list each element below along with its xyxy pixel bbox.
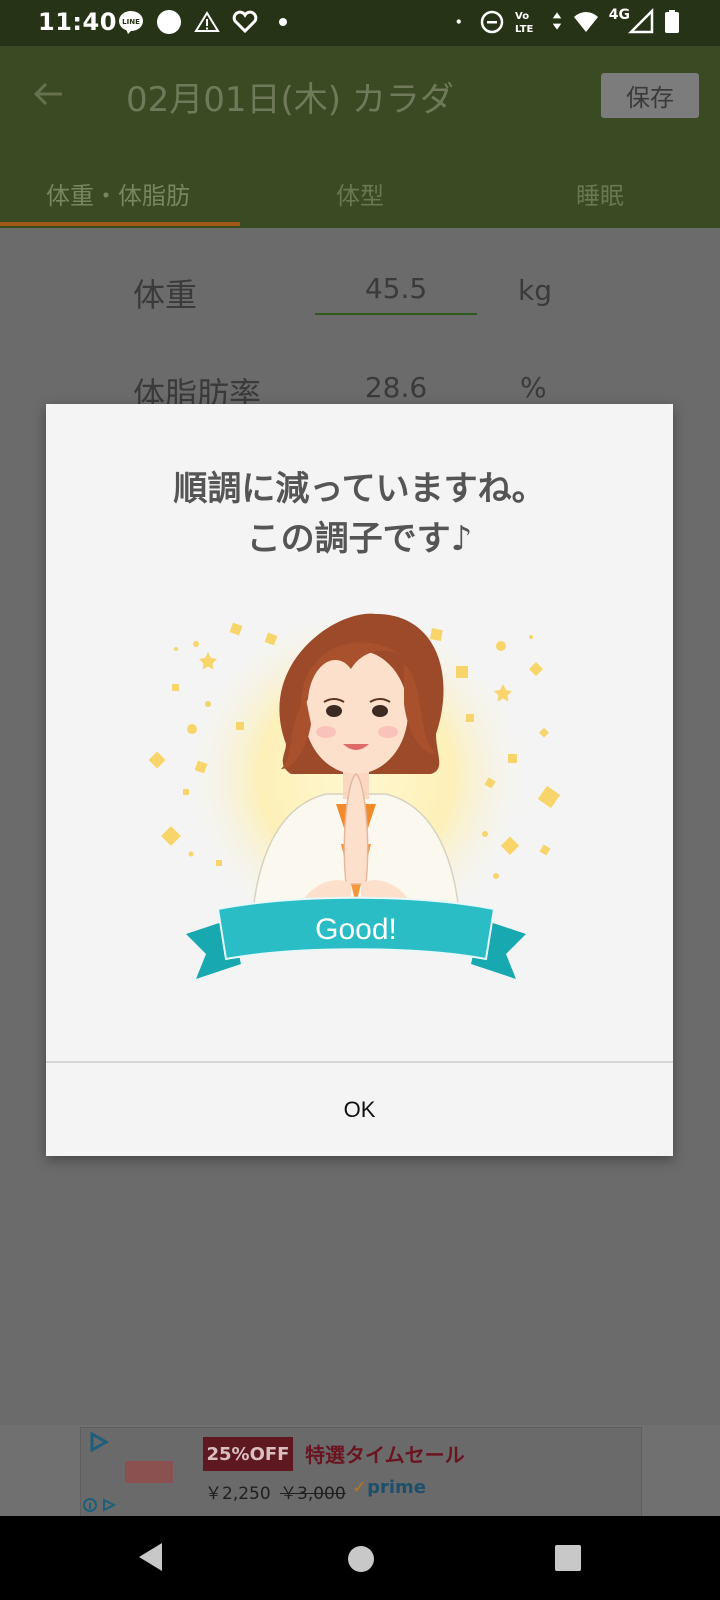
- status-bar: 11:40 LINE Vo LTE 4G: [0, 0, 720, 46]
- do-not-disturb-icon: [480, 10, 504, 34]
- tab-weight-fat[interactable]: 体重・体脂肪: [46, 176, 190, 211]
- dialog-message-line1: 順調に減っていますね。: [173, 469, 546, 509]
- circle-notification-icon: [157, 10, 181, 34]
- dialog-message: 順調に減っていますね。 この調子です♪: [46, 464, 673, 564]
- dialog-message-line2: この調子です♪: [246, 519, 473, 559]
- ad-prime-label: ✓prime: [352, 1477, 426, 1498]
- tab-body-shape[interactable]: 体型: [336, 176, 384, 211]
- svg-text:LTE: LTE: [515, 24, 534, 35]
- weight-input-underline: [315, 313, 477, 315]
- ad-discount-badge: 25%OFF: [203, 1437, 293, 1471]
- heart-app-icon: [232, 10, 258, 34]
- nav-back-icon[interactable]: [136, 1540, 166, 1574]
- ad-prime-text: prime: [367, 1477, 426, 1498]
- tab-indicator: [0, 222, 240, 226]
- ad-choices-icon[interactable]: [88, 1431, 110, 1453]
- coach-illustration: Good!: [148, 613, 561, 979]
- svg-text:Vo: Vo: [515, 11, 529, 22]
- tab-bar: 体重・体脂肪 体型 睡眠: [0, 146, 720, 228]
- good-badge-text: Good!: [315, 913, 397, 946]
- data-arrows-icon: [552, 12, 562, 30]
- dot-icon: [456, 19, 461, 24]
- fat-unit: %: [520, 371, 547, 404]
- tab-sleep[interactable]: 睡眠: [576, 176, 624, 211]
- volte-icon: Vo LTE: [515, 11, 534, 35]
- back-arrow-icon[interactable]: [30, 76, 66, 112]
- save-button[interactable]: 保存: [601, 73, 699, 118]
- nav-recents-icon[interactable]: [555, 1545, 581, 1571]
- ad-info-icon[interactable]: [82, 1497, 122, 1513]
- navigation-bar: [0, 1516, 720, 1600]
- nav-home-icon[interactable]: [348, 1546, 374, 1572]
- svg-text:LINE: LINE: [122, 18, 140, 26]
- network-type: 4G: [608, 7, 630, 23]
- notification-icons: LINE: [118, 8, 296, 36]
- praise-dialog: 順調に減っていますね。 この調子です♪ Good! OK: [46, 404, 673, 1156]
- wifi-icon: [573, 12, 598, 33]
- fat-input[interactable]: 28.6: [315, 371, 477, 404]
- ad-old-price: ￥3,000: [280, 1484, 346, 1504]
- page-title: 02月01日(木) カラダ: [126, 80, 454, 120]
- ok-button[interactable]: OK: [46, 1063, 673, 1156]
- weight-label: 体重: [133, 276, 198, 314]
- ad-title[interactable]: 特選タイムセール: [305, 1439, 465, 1468]
- status-time: 11:40: [38, 8, 117, 36]
- system-icons: Vo LTE 4G: [455, 7, 680, 35]
- weight-input[interactable]: 45.5: [315, 272, 477, 305]
- ad-banner[interactable]: 25%OFF 特選タイムセール ￥2,250 ￥3,000 ✓prime: [0, 1425, 720, 1517]
- dot-icon: [279, 18, 287, 26]
- signal-icon: [628, 7, 654, 34]
- battery-icon: [665, 10, 679, 33]
- ad-product-image[interactable]: [125, 1461, 173, 1483]
- weight-unit: kg: [518, 274, 552, 307]
- ad-price: ￥2,250: [205, 1484, 271, 1504]
- line-icon: LINE: [119, 11, 143, 34]
- warning-icon: [194, 11, 220, 32]
